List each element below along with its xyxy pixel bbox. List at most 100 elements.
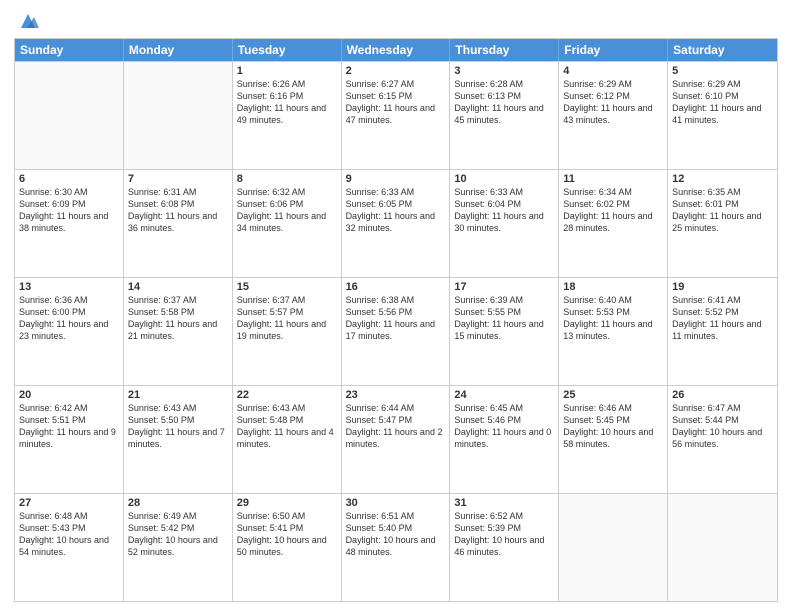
cal-cell: 6Sunrise: 6:30 AM Sunset: 6:09 PM Daylig… xyxy=(15,170,124,277)
cell-info: Sunrise: 6:28 AM Sunset: 6:13 PM Dayligh… xyxy=(454,78,554,127)
cal-cell: 4Sunrise: 6:29 AM Sunset: 6:12 PM Daylig… xyxy=(559,62,668,169)
cell-info: Sunrise: 6:39 AM Sunset: 5:55 PM Dayligh… xyxy=(454,294,554,343)
cell-info: Sunrise: 6:46 AM Sunset: 5:45 PM Dayligh… xyxy=(563,402,663,451)
calendar: SundayMondayTuesdayWednesdayThursdayFrid… xyxy=(14,38,778,602)
day-number: 26 xyxy=(672,389,773,401)
cell-info: Sunrise: 6:52 AM Sunset: 5:39 PM Dayligh… xyxy=(454,510,554,559)
cell-info: Sunrise: 6:43 AM Sunset: 5:48 PM Dayligh… xyxy=(237,402,337,451)
cal-cell: 17Sunrise: 6:39 AM Sunset: 5:55 PM Dayli… xyxy=(450,278,559,385)
day-number: 6 xyxy=(19,173,119,185)
cell-info: Sunrise: 6:30 AM Sunset: 6:09 PM Dayligh… xyxy=(19,186,119,235)
header-day-wednesday: Wednesday xyxy=(342,39,451,61)
header-day-friday: Friday xyxy=(559,39,668,61)
day-number: 5 xyxy=(672,65,773,77)
logo-icon xyxy=(17,10,39,32)
cell-info: Sunrise: 6:29 AM Sunset: 6:12 PM Dayligh… xyxy=(563,78,663,127)
cal-cell: 19Sunrise: 6:41 AM Sunset: 5:52 PM Dayli… xyxy=(668,278,777,385)
cal-cell: 12Sunrise: 6:35 AM Sunset: 6:01 PM Dayli… xyxy=(668,170,777,277)
day-number: 28 xyxy=(128,497,228,509)
cal-cell: 11Sunrise: 6:34 AM Sunset: 6:02 PM Dayli… xyxy=(559,170,668,277)
cell-info: Sunrise: 6:40 AM Sunset: 5:53 PM Dayligh… xyxy=(563,294,663,343)
header-day-sunday: Sunday xyxy=(15,39,124,61)
cell-info: Sunrise: 6:45 AM Sunset: 5:46 PM Dayligh… xyxy=(454,402,554,451)
cell-info: Sunrise: 6:35 AM Sunset: 6:01 PM Dayligh… xyxy=(672,186,773,235)
day-number: 1 xyxy=(237,65,337,77)
day-number: 11 xyxy=(563,173,663,185)
cell-info: Sunrise: 6:47 AM Sunset: 5:44 PM Dayligh… xyxy=(672,402,773,451)
day-number: 23 xyxy=(346,389,446,401)
cal-cell: 8Sunrise: 6:32 AM Sunset: 6:06 PM Daylig… xyxy=(233,170,342,277)
day-number: 27 xyxy=(19,497,119,509)
day-number: 29 xyxy=(237,497,337,509)
cell-info: Sunrise: 6:34 AM Sunset: 6:02 PM Dayligh… xyxy=(563,186,663,235)
week-row-0: 1Sunrise: 6:26 AM Sunset: 6:16 PM Daylig… xyxy=(15,61,777,169)
cal-cell: 1Sunrise: 6:26 AM Sunset: 6:16 PM Daylig… xyxy=(233,62,342,169)
day-number: 10 xyxy=(454,173,554,185)
day-number: 12 xyxy=(672,173,773,185)
cell-info: Sunrise: 6:33 AM Sunset: 6:04 PM Dayligh… xyxy=(454,186,554,235)
day-number: 15 xyxy=(237,281,337,293)
cell-info: Sunrise: 6:49 AM Sunset: 5:42 PM Dayligh… xyxy=(128,510,228,559)
cal-cell: 30Sunrise: 6:51 AM Sunset: 5:40 PM Dayli… xyxy=(342,494,451,601)
header-day-saturday: Saturday xyxy=(668,39,777,61)
header-day-thursday: Thursday xyxy=(450,39,559,61)
cell-info: Sunrise: 6:27 AM Sunset: 6:15 PM Dayligh… xyxy=(346,78,446,127)
calendar-header-row: SundayMondayTuesdayWednesdayThursdayFrid… xyxy=(15,39,777,61)
cell-info: Sunrise: 6:36 AM Sunset: 6:00 PM Dayligh… xyxy=(19,294,119,343)
day-number: 16 xyxy=(346,281,446,293)
day-number: 14 xyxy=(128,281,228,293)
cell-info: Sunrise: 6:42 AM Sunset: 5:51 PM Dayligh… xyxy=(19,402,119,451)
header-day-monday: Monday xyxy=(124,39,233,61)
cal-cell: 31Sunrise: 6:52 AM Sunset: 5:39 PM Dayli… xyxy=(450,494,559,601)
day-number: 8 xyxy=(237,173,337,185)
cal-cell xyxy=(559,494,668,601)
cal-cell: 5Sunrise: 6:29 AM Sunset: 6:10 PM Daylig… xyxy=(668,62,777,169)
cell-info: Sunrise: 6:51 AM Sunset: 5:40 PM Dayligh… xyxy=(346,510,446,559)
week-row-1: 6Sunrise: 6:30 AM Sunset: 6:09 PM Daylig… xyxy=(15,169,777,277)
day-number: 31 xyxy=(454,497,554,509)
cell-info: Sunrise: 6:32 AM Sunset: 6:06 PM Dayligh… xyxy=(237,186,337,235)
cal-cell: 2Sunrise: 6:27 AM Sunset: 6:15 PM Daylig… xyxy=(342,62,451,169)
day-number: 20 xyxy=(19,389,119,401)
day-number: 25 xyxy=(563,389,663,401)
cal-cell xyxy=(15,62,124,169)
logo xyxy=(14,10,39,32)
cal-cell: 23Sunrise: 6:44 AM Sunset: 5:47 PM Dayli… xyxy=(342,386,451,493)
day-number: 4 xyxy=(563,65,663,77)
cell-info: Sunrise: 6:38 AM Sunset: 5:56 PM Dayligh… xyxy=(346,294,446,343)
cell-info: Sunrise: 6:26 AM Sunset: 6:16 PM Dayligh… xyxy=(237,78,337,127)
header-day-tuesday: Tuesday xyxy=(233,39,342,61)
cal-cell: 28Sunrise: 6:49 AM Sunset: 5:42 PM Dayli… xyxy=(124,494,233,601)
cal-cell xyxy=(124,62,233,169)
cal-cell: 25Sunrise: 6:46 AM Sunset: 5:45 PM Dayli… xyxy=(559,386,668,493)
cell-info: Sunrise: 6:37 AM Sunset: 5:57 PM Dayligh… xyxy=(237,294,337,343)
cal-cell: 16Sunrise: 6:38 AM Sunset: 5:56 PM Dayli… xyxy=(342,278,451,385)
cell-info: Sunrise: 6:41 AM Sunset: 5:52 PM Dayligh… xyxy=(672,294,773,343)
day-number: 2 xyxy=(346,65,446,77)
cal-cell: 22Sunrise: 6:43 AM Sunset: 5:48 PM Dayli… xyxy=(233,386,342,493)
cell-info: Sunrise: 6:44 AM Sunset: 5:47 PM Dayligh… xyxy=(346,402,446,451)
cell-info: Sunrise: 6:31 AM Sunset: 6:08 PM Dayligh… xyxy=(128,186,228,235)
header xyxy=(14,10,778,32)
cell-info: Sunrise: 6:48 AM Sunset: 5:43 PM Dayligh… xyxy=(19,510,119,559)
cell-info: Sunrise: 6:37 AM Sunset: 5:58 PM Dayligh… xyxy=(128,294,228,343)
cal-cell: 9Sunrise: 6:33 AM Sunset: 6:05 PM Daylig… xyxy=(342,170,451,277)
day-number: 13 xyxy=(19,281,119,293)
cal-cell: 26Sunrise: 6:47 AM Sunset: 5:44 PM Dayli… xyxy=(668,386,777,493)
day-number: 3 xyxy=(454,65,554,77)
day-number: 19 xyxy=(672,281,773,293)
day-number: 18 xyxy=(563,281,663,293)
cal-cell: 27Sunrise: 6:48 AM Sunset: 5:43 PM Dayli… xyxy=(15,494,124,601)
day-number: 7 xyxy=(128,173,228,185)
cell-info: Sunrise: 6:43 AM Sunset: 5:50 PM Dayligh… xyxy=(128,402,228,451)
week-row-3: 20Sunrise: 6:42 AM Sunset: 5:51 PM Dayli… xyxy=(15,385,777,493)
week-row-2: 13Sunrise: 6:36 AM Sunset: 6:00 PM Dayli… xyxy=(15,277,777,385)
cal-cell: 18Sunrise: 6:40 AM Sunset: 5:53 PM Dayli… xyxy=(559,278,668,385)
calendar-body: 1Sunrise: 6:26 AM Sunset: 6:16 PM Daylig… xyxy=(15,61,777,601)
cal-cell: 14Sunrise: 6:37 AM Sunset: 5:58 PM Dayli… xyxy=(124,278,233,385)
cal-cell xyxy=(668,494,777,601)
page: SundayMondayTuesdayWednesdayThursdayFrid… xyxy=(0,0,792,612)
cal-cell: 15Sunrise: 6:37 AM Sunset: 5:57 PM Dayli… xyxy=(233,278,342,385)
cal-cell: 7Sunrise: 6:31 AM Sunset: 6:08 PM Daylig… xyxy=(124,170,233,277)
cell-info: Sunrise: 6:29 AM Sunset: 6:10 PM Dayligh… xyxy=(672,78,773,127)
